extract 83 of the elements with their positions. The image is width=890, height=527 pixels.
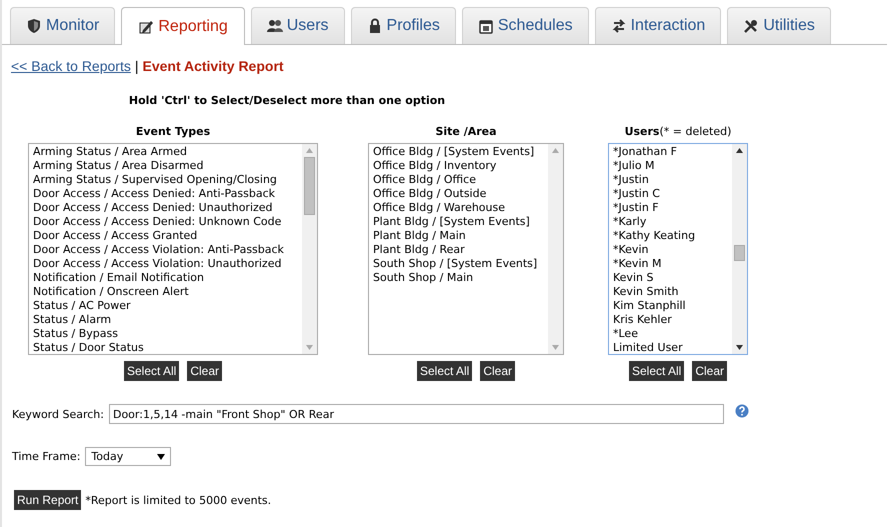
nav-tab[interactable]: Monitor — [10, 7, 116, 44]
list-option[interactable]: Status / Door Status — [33, 341, 302, 354]
run-report-button[interactable]: Run Report — [14, 490, 82, 510]
list-option[interactable]: Kris Kehler — [613, 313, 732, 327]
list-option[interactable]: South Shop / Main — [373, 271, 548, 285]
list-heading: Event Types — [136, 125, 210, 140]
list-option[interactable]: *Karly — [613, 215, 732, 229]
list-option[interactable]: Door Access / Access Violation: Unauthorized — [33, 257, 302, 271]
hint-text: Hold 'Ctrl' to Select/Deselect more than one option — [128, 94, 446, 107]
list-option[interactable]: *Kevin — [613, 243, 732, 257]
list-option[interactable]: *Justin C — [613, 187, 732, 201]
list-option[interactable]: Kevin S — [613, 271, 732, 285]
scroll-thumb[interactable] — [734, 245, 745, 261]
scroll-up-icon[interactable] — [736, 148, 743, 153]
arrows-icon — [610, 18, 627, 34]
list-option[interactable]: Door Access / Access Denied: Unauthorized — [33, 201, 302, 215]
list-option[interactable]: Office Bldg / Outside — [373, 187, 548, 201]
list-option[interactable]: Door Access / Access Denied: Unknown Code — [33, 215, 302, 229]
list-option[interactable]: *Justin — [613, 173, 732, 187]
keyword-search-field[interactable]: Door:1,5,14 -main "Front Shop" OR Rear — [108, 404, 724, 424]
list-option[interactable]: Notification / Email Notification — [33, 271, 302, 285]
list-box[interactable] — [28, 143, 318, 355]
users-icon — [266, 18, 283, 34]
list-option[interactable]: Arming Status / Area Disarmed — [33, 159, 302, 173]
field-label: Keyword Search: — [12, 408, 104, 420]
list-option[interactable]: Door Access / Access Granted — [33, 229, 302, 243]
caret-icon — [157, 454, 166, 460]
list-heading: Users(* = deleted) — [624, 125, 732, 140]
calendar-icon — [478, 18, 494, 34]
field-label: Time Frame: — [12, 450, 80, 463]
scrollbar[interactable] — [732, 144, 747, 354]
list-option[interactable]: *Kevin M — [613, 257, 732, 271]
list-option[interactable]: Status / Alarm — [33, 313, 302, 327]
list-option[interactable]: Plant Bldg / Rear — [373, 243, 548, 257]
pencil-icon — [138, 18, 154, 34]
back-link[interactable]: << Back to Reports — [11, 58, 131, 74]
list-option[interactable]: Status / Bypass — [33, 327, 302, 341]
separator: | — [134, 58, 138, 74]
list-option[interactable]: Door Access / Access Denied: Anti-Passback — [33, 187, 302, 201]
list-option[interactable]: Kim Stanphill — [613, 299, 732, 313]
list-button[interactable]: Select All — [124, 361, 180, 381]
list-option[interactable]: Status / AC Power — [33, 299, 302, 313]
list-box[interactable] — [368, 143, 564, 355]
nav-tab[interactable]: Profiles — [350, 7, 456, 44]
list-option[interactable]: *Kathy Keating — [613, 229, 732, 243]
list-option[interactable]: Office Bldg / [System Events] — [373, 145, 548, 159]
tools-icon — [743, 18, 760, 34]
nav-tab[interactable]: Reporting — [121, 7, 245, 45]
nav-tab[interactable]: Schedules — [462, 7, 589, 44]
list-option[interactable]: Limited User — [613, 341, 732, 354]
list-button[interactable]: Select All — [628, 361, 684, 381]
list-heading: Site /Area — [435, 125, 497, 140]
list-option[interactable]: South Shop / [System Events] — [373, 257, 548, 271]
list-option[interactable]: Plant Bldg / [System Events] — [373, 215, 548, 229]
nav-tab[interactable]: Utilities — [727, 7, 831, 44]
list-option[interactable]: Notification / Onscreen Alert — [33, 285, 302, 299]
list-option[interactable]: Plant Bldg / Main — [373, 229, 548, 243]
note-text: *Report is limited to 5000 events. — [85, 494, 272, 506]
list-option[interactable]: *Lee — [613, 327, 732, 341]
list-button[interactable]: Clear — [187, 361, 222, 381]
nav-tab[interactable]: Users — [250, 7, 345, 44]
shield-icon — [26, 18, 42, 34]
list-option[interactable]: *Justin F — [613, 201, 732, 215]
help-icon[interactable] — [734, 404, 749, 418]
page-title: Event Activity Report — [142, 58, 284, 74]
list-option[interactable]: Door Access / Access Violation: Anti-Passback — [33, 243, 302, 257]
list-option[interactable]: Kevin Smith — [613, 285, 732, 299]
list-option[interactable]: *Julio M — [613, 159, 732, 173]
list-option[interactable]: *Jonathan F — [613, 145, 732, 159]
list-option[interactable]: Office Bldg / Inventory — [373, 159, 548, 173]
list-button[interactable]: Select All — [416, 361, 472, 381]
scroll-thumb[interactable] — [304, 157, 315, 215]
scroll-down-icon[interactable] — [736, 345, 743, 350]
list-option[interactable]: Arming Status / Supervised Opening/Closing — [33, 173, 302, 187]
time-frame-dropdown[interactable]: Today — [85, 447, 172, 466]
list-button[interactable]: Clear — [692, 361, 728, 381]
list-option[interactable]: Office Bldg / Warehouse — [373, 201, 548, 215]
scrollbar[interactable] — [302, 144, 317, 354]
list-option[interactable]: Arming Status / Area Armed — [33, 145, 302, 159]
list-option[interactable]: Office Bldg / Office — [373, 173, 548, 187]
list-button[interactable]: Clear — [480, 361, 516, 381]
list-box[interactable]: *Jonathan F *Julio M *Justin *Justin C *Justin F *Karly *Kathy Keating *Kevin *Kevin M Kevin S Kevin Smith Kim Stanphill Kris Kehler *Lee Limited User — [608, 143, 748, 355]
nav-tab[interactable]: Interaction — [594, 7, 722, 44]
